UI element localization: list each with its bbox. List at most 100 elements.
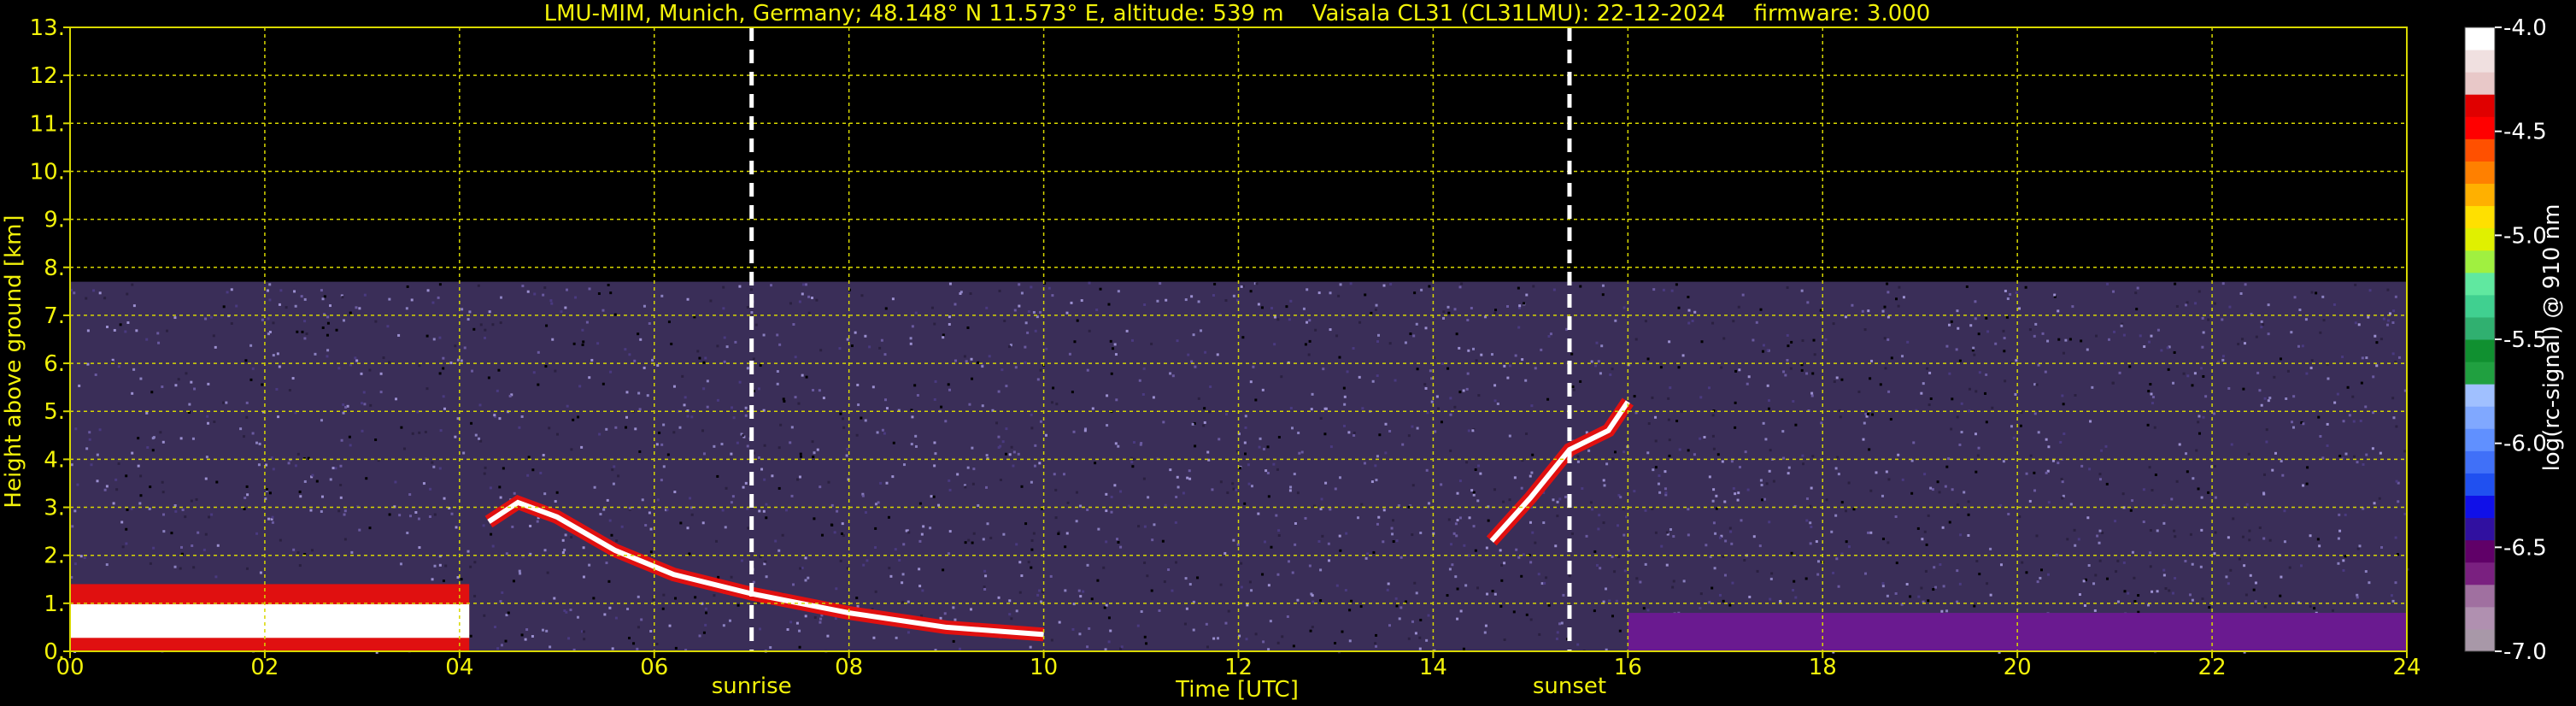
noise-speck: [1834, 467, 1838, 470]
noise-speck: [225, 401, 228, 404]
noise-speck: [1530, 471, 1534, 474]
noise-speck: [983, 587, 987, 591]
noise-speck: [1883, 305, 1887, 309]
noise-speck: [2346, 385, 2350, 389]
noise-speck: [1581, 487, 1584, 491]
noise-speck: [1790, 551, 1793, 555]
noise-speck: [137, 437, 140, 440]
noise-speck: [2150, 392, 2153, 396]
noise-speck: [303, 297, 307, 301]
noise-speck: [1999, 503, 2003, 507]
noise-speck: [1906, 340, 1910, 344]
noise-speck: [1012, 450, 1016, 454]
noise-speck: [85, 297, 88, 300]
noise-speck: [2033, 489, 2036, 492]
noise-speck: [2195, 449, 2198, 452]
noise-speck: [954, 618, 957, 621]
noise-speck: [891, 297, 895, 301]
noise-speck: [830, 523, 833, 527]
noise-speck: [1933, 566, 1936, 569]
noise-speck: [1772, 479, 1775, 483]
noise-speck: [2403, 450, 2407, 453]
noise-speck: [2037, 431, 2040, 434]
noise-speck: [1267, 648, 1270, 651]
noise-speck: [2297, 344, 2300, 348]
noise-speck: [1664, 491, 1668, 495]
noise-speck: [752, 357, 755, 361]
noise-speck: [2213, 552, 2216, 556]
noise-speck: [468, 310, 472, 314]
noise-speck: [1989, 547, 1992, 550]
noise-speck: [1205, 622, 1208, 626]
noise-speck: [607, 580, 611, 583]
noise-speck: [1651, 507, 1654, 510]
noise-speck: [2263, 605, 2267, 609]
noise-speck: [1399, 606, 1403, 609]
noise-speck: [1366, 552, 1370, 556]
noise-speck: [303, 320, 307, 323]
noise-speck: [190, 499, 193, 503]
noise-speck: [1786, 333, 1789, 337]
noise-speck: [477, 284, 480, 287]
noise-speck: [2028, 328, 2032, 332]
noise-speck: [666, 508, 669, 511]
noise-speck: [2156, 328, 2160, 332]
noise-speck: [1075, 520, 1078, 523]
noise-speck: [2241, 338, 2244, 341]
noise-speck: [337, 367, 341, 370]
noise-speck: [2302, 484, 2305, 487]
noise-speck: [2301, 344, 2304, 348]
noise-speck: [942, 333, 945, 337]
noise-speck: [543, 286, 547, 290]
noise-speck: [2207, 491, 2210, 494]
noise-speck: [763, 444, 766, 447]
noise-speck: [2310, 291, 2314, 294]
noise-speck: [1420, 288, 1423, 291]
noise-speck: [2150, 334, 2153, 338]
noise-speck: [1169, 468, 1172, 472]
noise-speck: [1840, 378, 1844, 381]
noise-speck: [722, 307, 725, 310]
noise-speck: [777, 486, 781, 490]
noise-speck: [488, 310, 491, 314]
noise-speck: [914, 434, 918, 438]
noise-speck: [1759, 479, 1763, 482]
noise-speck: [801, 374, 804, 377]
noise-speck: [1611, 615, 1615, 618]
noise-speck: [1117, 290, 1120, 293]
noise-speck: [204, 317, 208, 321]
noise-speck: [637, 391, 641, 395]
noise-speck: [1522, 553, 1525, 556]
noise-speck: [2118, 371, 2121, 374]
noise-speck: [320, 289, 323, 292]
noise-speck: [112, 502, 115, 505]
noise-speck: [1682, 580, 1686, 583]
noise-speck: [1793, 580, 1796, 583]
noise-speck: [2068, 338, 2072, 341]
noise-speck: [2213, 465, 2216, 468]
noise-speck: [542, 293, 545, 297]
noise-speck: [388, 297, 391, 301]
noise-speck: [2239, 291, 2243, 295]
noise-speck: [1669, 527, 1672, 531]
noise-speck: [1616, 524, 1619, 527]
noise-speck: [1902, 296, 1905, 299]
noise-speck: [948, 315, 951, 319]
noise-speck: [1669, 386, 1672, 390]
noise-speck: [789, 621, 793, 624]
noise-speck: [1257, 303, 1260, 306]
noise-speck: [879, 481, 883, 485]
noise-speck: [1329, 445, 1333, 449]
noise-speck: [1540, 348, 1543, 351]
noise-speck: [598, 432, 601, 436]
noise-speck: [1066, 501, 1070, 504]
noise-speck: [2134, 291, 2138, 295]
noise-speck: [443, 407, 446, 410]
noise-speck: [1200, 329, 1203, 332]
noise-speck: [1529, 521, 1532, 524]
noise-speck: [1928, 403, 1931, 407]
noise-speck: [460, 359, 463, 362]
noise-speck: [637, 626, 640, 629]
noise-speck: [1374, 308, 1377, 311]
noise-speck: [1967, 513, 1970, 516]
